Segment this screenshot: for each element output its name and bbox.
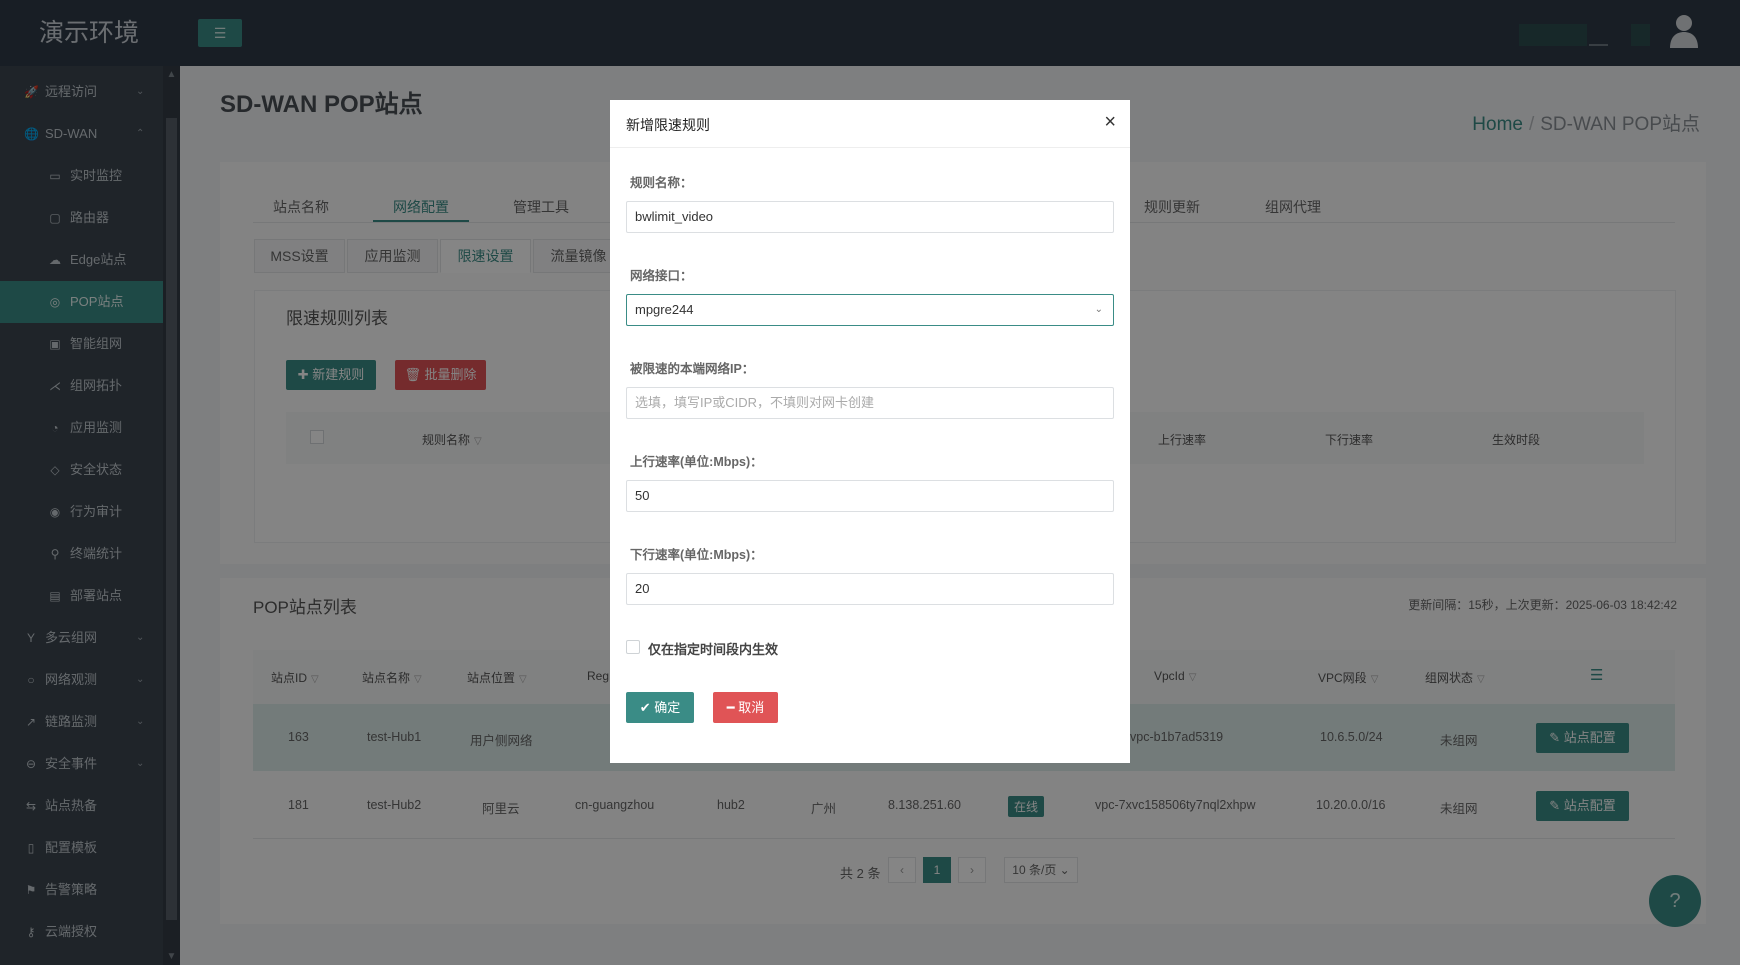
- dialog-title: 新增限速规则: [626, 117, 710, 133]
- new-rate-rule-dialog: 新增限速规则 × 规则名称： bwlimit_video 网络接口： mpgre…: [610, 100, 1130, 763]
- network-interface-select[interactable]: mpgre244 ⌄: [626, 294, 1114, 326]
- local-ip-label: 被限速的本端网络IP：: [630, 362, 755, 376]
- download-rate-input[interactable]: 20: [626, 573, 1114, 605]
- close-icon[interactable]: ×: [1104, 111, 1116, 134]
- time-range-label: 仅在指定时间段内生效: [648, 642, 779, 657]
- rule-name-input[interactable]: bwlimit_video: [626, 201, 1114, 233]
- time-range-checkbox[interactable]: [626, 640, 640, 654]
- download-rate-label: 下行速率(单位:Mbps)：: [630, 548, 763, 562]
- chevron-down-icon: ⌄: [1094, 304, 1103, 315]
- rule-name-label: 规则名称：: [630, 176, 693, 190]
- cancel-button[interactable]: ━ 取消: [713, 692, 778, 723]
- network-interface-value: mpgre244: [635, 302, 694, 317]
- local-ip-input[interactable]: 选填，填写IP或CIDR，不填则对网卡创建: [626, 387, 1114, 419]
- dialog-header: 新增限速规则 ×: [610, 100, 1130, 148]
- upload-rate-input[interactable]: 50: [626, 480, 1114, 512]
- confirm-button[interactable]: ✔ 确定: [626, 692, 694, 723]
- network-interface-label: 网络接口：: [630, 269, 693, 283]
- upload-rate-label: 上行速率(单位:Mbps)：: [630, 455, 763, 469]
